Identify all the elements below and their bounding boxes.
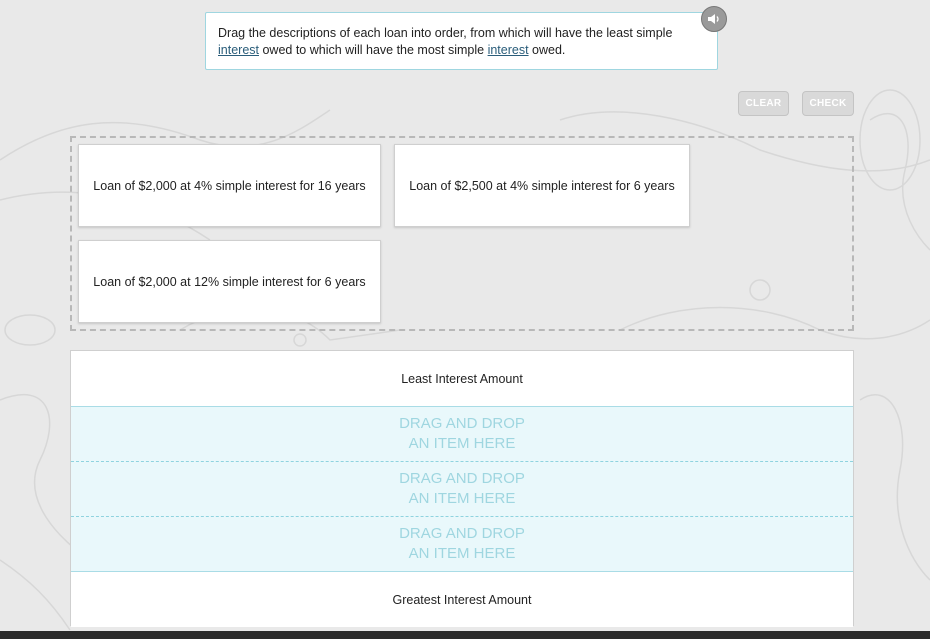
clear-button[interactable]: CLEAR	[738, 91, 789, 116]
greatest-interest-label: Greatest Interest Amount	[71, 572, 853, 627]
drop-slot-hint: DRAG AND DROP AN ITEM HERE	[399, 470, 525, 507]
speaker-icon	[708, 14, 719, 24]
loan-card[interactable]: Loan of $2,000 at 4% simple interest for…	[78, 144, 381, 227]
ordering-list: Least Interest Amount DRAG AND DROP AN I…	[70, 350, 854, 627]
instructions-text: owed.	[528, 43, 566, 57]
drop-slot-hint: DRAG AND DROP AN ITEM HERE	[399, 415, 525, 452]
loan-card[interactable]: Loan of $2,500 at 4% simple interest for…	[394, 144, 690, 227]
instructions-box: Drag the descriptions of each loan into …	[205, 12, 718, 70]
drop-slot-hint: DRAG AND DROP AN ITEM HERE	[399, 525, 525, 562]
drop-slot-1[interactable]: DRAG AND DROP AN ITEM HERE	[71, 407, 853, 462]
drop-slot-3[interactable]: DRAG AND DROP AN ITEM HERE	[71, 517, 853, 572]
least-interest-label: Least Interest Amount	[71, 351, 853, 407]
taskbar	[0, 631, 930, 639]
instructions-text: owed to which will have the most simple	[259, 43, 488, 57]
audio-button[interactable]	[701, 6, 727, 32]
glossary-term-interest[interactable]: interest	[218, 43, 259, 57]
drop-slot-2[interactable]: DRAG AND DROP AN ITEM HERE	[71, 462, 853, 517]
glossary-term-interest[interactable]: interest	[488, 43, 529, 57]
instructions-text: Drag the descriptions of each loan into …	[218, 26, 673, 40]
loan-card[interactable]: Loan of $2,000 at 12% simple interest fo…	[78, 240, 381, 323]
check-button[interactable]: CHECK	[802, 91, 854, 116]
